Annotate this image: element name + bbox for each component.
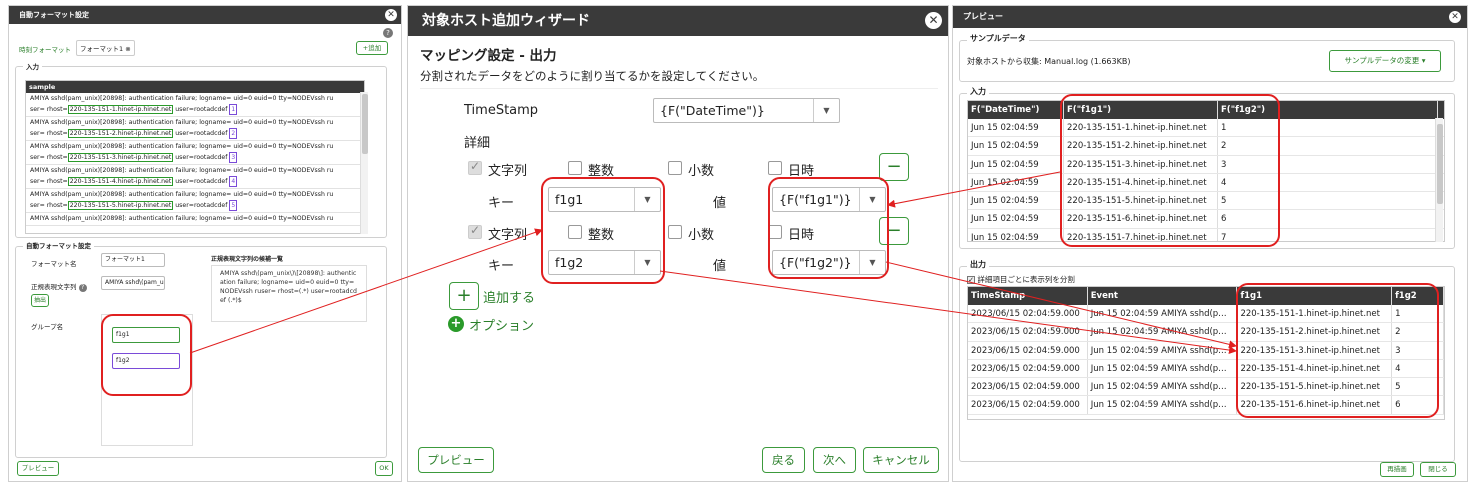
- arrow-input-to-value: [887, 171, 1061, 208]
- arrow-group-to-key: [189, 228, 543, 354]
- arrow-key-to-output: [659, 270, 1237, 354]
- annotation-arrows: [189, 171, 1237, 354]
- arrow-value-to-output: [885, 261, 1237, 349]
